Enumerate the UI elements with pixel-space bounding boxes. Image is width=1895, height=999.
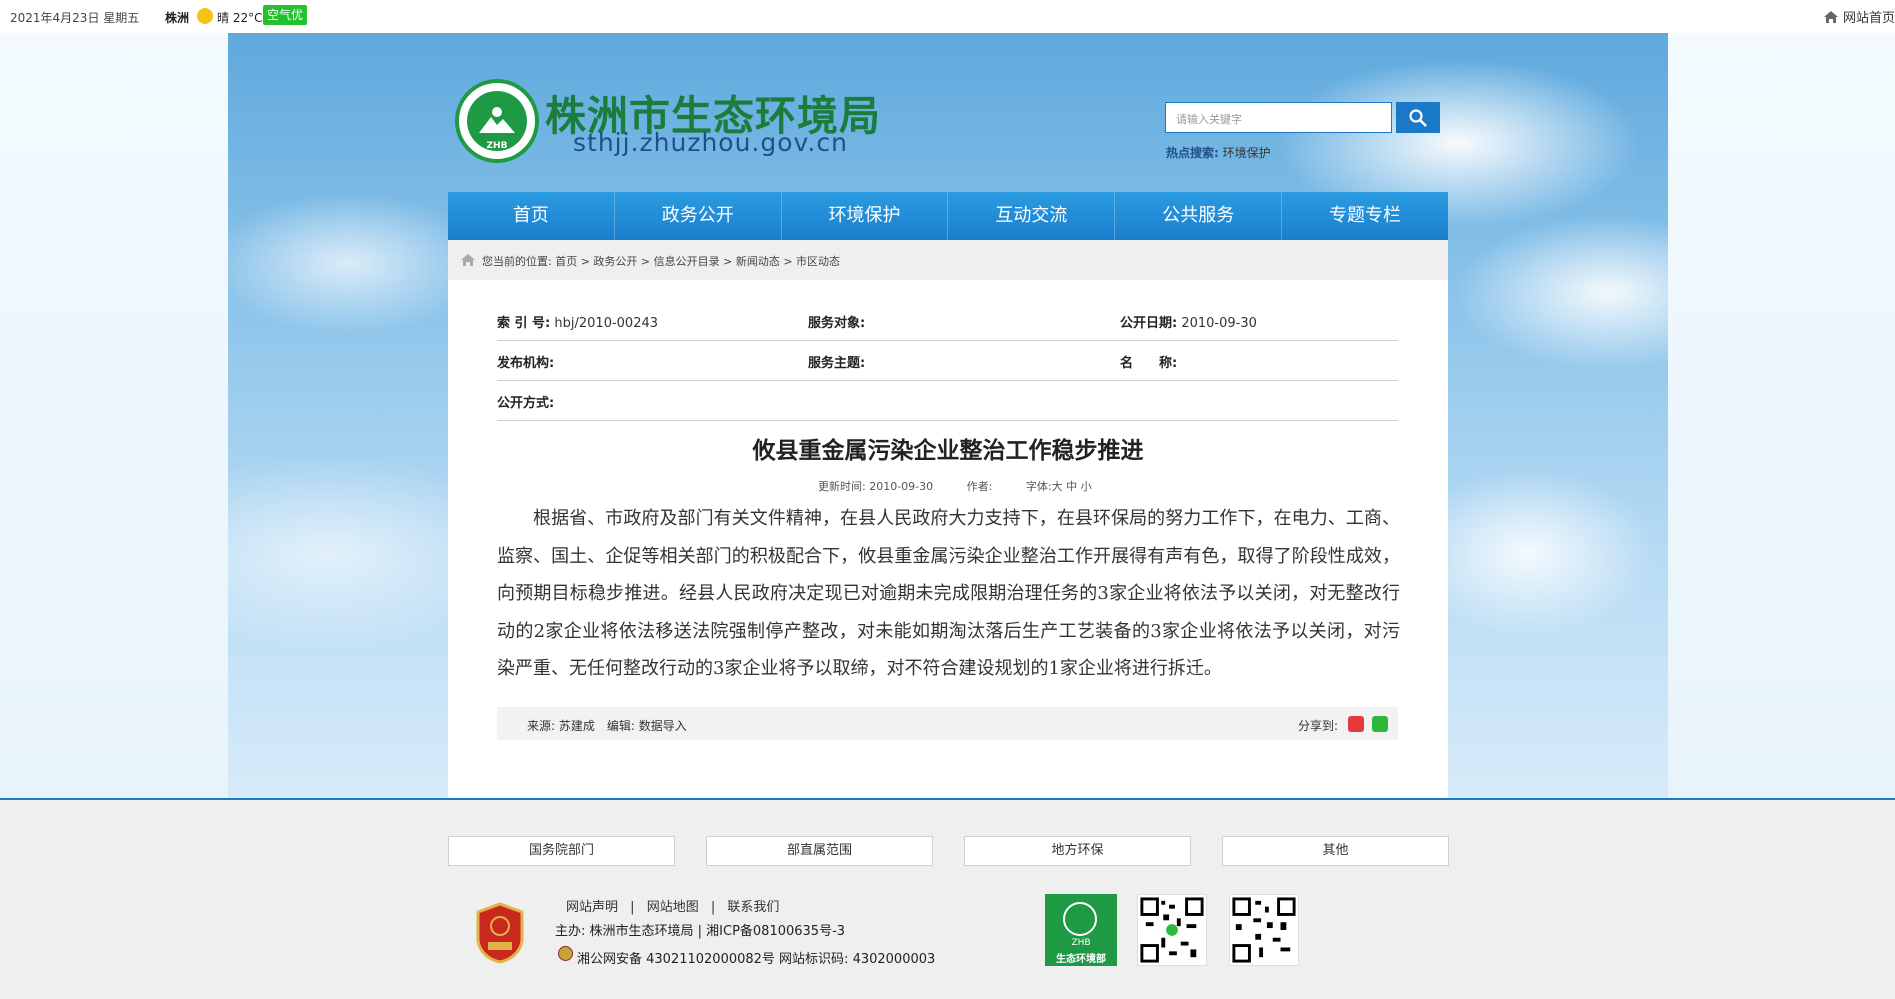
author-label: 作者:	[966, 480, 993, 493]
wechat-share-icon[interactable]	[1372, 716, 1388, 732]
hot-search-label: 热点搜索:	[1166, 146, 1219, 160]
top-bar: 2021年4月23日 星期五 株洲 晴 22°C 空气优 网站首页	[0, 0, 1895, 33]
hot-search: 热点搜索: 环境保护	[1166, 144, 1271, 161]
footer	[0, 800, 1895, 999]
host-info: 主办: 株洲市生态环境局 | 湘ICP备08100635号-3	[555, 924, 846, 939]
ministry-logo-text: ZHB	[1071, 938, 1091, 948]
meta-row-2: 发布机构: 服务主题: 名 称:	[497, 340, 1398, 381]
footer-link-statement[interactable]: 网站声明	[566, 900, 618, 915]
hot-search-keyword[interactable]: 环境保护	[1223, 146, 1271, 160]
main-nav: 首页 政务公开 环境保护 互动交流 公共服务 专题专栏	[448, 192, 1448, 240]
qr-code-icon	[1229, 894, 1299, 966]
weather-text: 晴 22°C	[217, 11, 263, 25]
nav-item-special-topics[interactable]: 专题专栏	[1282, 192, 1448, 240]
nav-item-home[interactable]: 首页	[448, 192, 615, 240]
separator: |	[630, 900, 635, 915]
home-icon	[1823, 11, 1838, 23]
footer-link-local-environment[interactable]: 地方环保	[964, 836, 1191, 866]
party-government-badge-icon[interactable]	[474, 902, 526, 964]
bureau-logo[interactable]: ZHB	[455, 79, 539, 163]
breadcrumb-text: 您当前的位置: 首页 > 政务公开 > 信息公开目录 > 新闻动态 > 市区动态	[482, 255, 841, 268]
sun-icon	[197, 8, 213, 24]
date-value: 2010-09-30	[1181, 316, 1257, 331]
nav-item-government-affairs[interactable]: 政务公开	[615, 192, 782, 240]
date-text: 2021年4月23日 星期五	[10, 11, 140, 25]
search-input[interactable]: 请输入关键字	[1165, 102, 1392, 133]
meta-row-1: 索 引 号: hbj/2010-00243 服务对象: 公开日期: 2010-0…	[497, 300, 1398, 341]
footer-link-others[interactable]: 其他	[1222, 836, 1449, 866]
name-label: 名 称:	[1120, 356, 1178, 371]
logo-text: ZHB	[486, 141, 508, 151]
home-link-label: 网站首页	[1842, 11, 1895, 26]
nav-item-environment[interactable]: 环境保护	[782, 192, 949, 240]
topic-label: 服务主题:	[808, 356, 866, 371]
breadcrumb: 您当前的位置: 首页 > 政务公开 > 信息公开目录 > 新闻动态 > 市区动态	[448, 240, 1448, 280]
share-label: 分享到:	[1297, 719, 1338, 733]
site-domain: sthjj.zhuzhou.gov.cn	[573, 128, 848, 157]
nav-item-public-service[interactable]: 公共服务	[1115, 192, 1283, 240]
aqi-badge[interactable]: 空气优	[263, 5, 308, 25]
ministry-logo[interactable]: ZHB 生态环境部	[1045, 894, 1117, 966]
index-label: 索 引 号:	[497, 316, 551, 331]
weibo-share-icon[interactable]	[1348, 716, 1364, 732]
nav-item-interaction[interactable]: 互动交流	[948, 192, 1116, 240]
separator: |	[710, 900, 716, 915]
ministry-emblem-icon	[1063, 902, 1097, 936]
footer-link-state-council[interactable]: 国务院部门	[448, 836, 675, 866]
home-icon	[461, 254, 475, 266]
police-record[interactable]: 湘公网安备 43021102000082号 网站标识码: 4302000003	[577, 948, 935, 967]
article-meta: 更新时间: 2010-09-30 作者: 字体:大 中 小	[818, 478, 1092, 494]
home-link[interactable]: 网站首页	[1823, 7, 1895, 26]
article-footer: 来源: 苏建成 编辑: 数据导入 分享到:	[497, 707, 1398, 740]
index-value: hbj/2010-00243	[554, 316, 659, 331]
search-icon	[1409, 109, 1427, 127]
updated-label: 更新时间:	[818, 480, 866, 493]
mountain-icon	[479, 107, 515, 133]
search-button[interactable]	[1396, 102, 1440, 133]
footer-links: 网站声明 | 网站地图 | 联系我们	[566, 896, 779, 915]
footer-link-ministry-units[interactable]: 部直属范围	[706, 836, 933, 866]
updated-value: 2010-09-30	[869, 480, 934, 493]
city-text: 株洲	[165, 11, 190, 25]
font-size-control[interactable]: 字体:大 中 小	[1026, 480, 1092, 493]
article-title: 攸县重金属污染企业整治工作稳步推进	[752, 438, 1144, 464]
police-badge-icon	[558, 946, 573, 961]
article-source: 来源: 苏建成 编辑: 数据导入	[527, 719, 687, 733]
meta-row-3: 公开方式:	[497, 380, 1398, 421]
article-body: 根据省、市政府及部门有关文件精神，在县人民政府大力支持下，在县环保局的努力工作下…	[497, 508, 1400, 679]
footer-link-sitemap[interactable]: 网站地图	[647, 900, 699, 915]
ministry-logo-caption: 生态环境部	[1056, 954, 1106, 965]
target-label: 服务对象:	[808, 316, 866, 331]
footer-link-contact[interactable]: 联系我们	[727, 900, 779, 915]
method-label: 公开方式:	[497, 396, 555, 411]
org-label: 发布机构:	[497, 356, 555, 371]
date-label: 公开日期:	[1120, 316, 1178, 331]
wechat-qr-code-icon	[1137, 894, 1207, 966]
